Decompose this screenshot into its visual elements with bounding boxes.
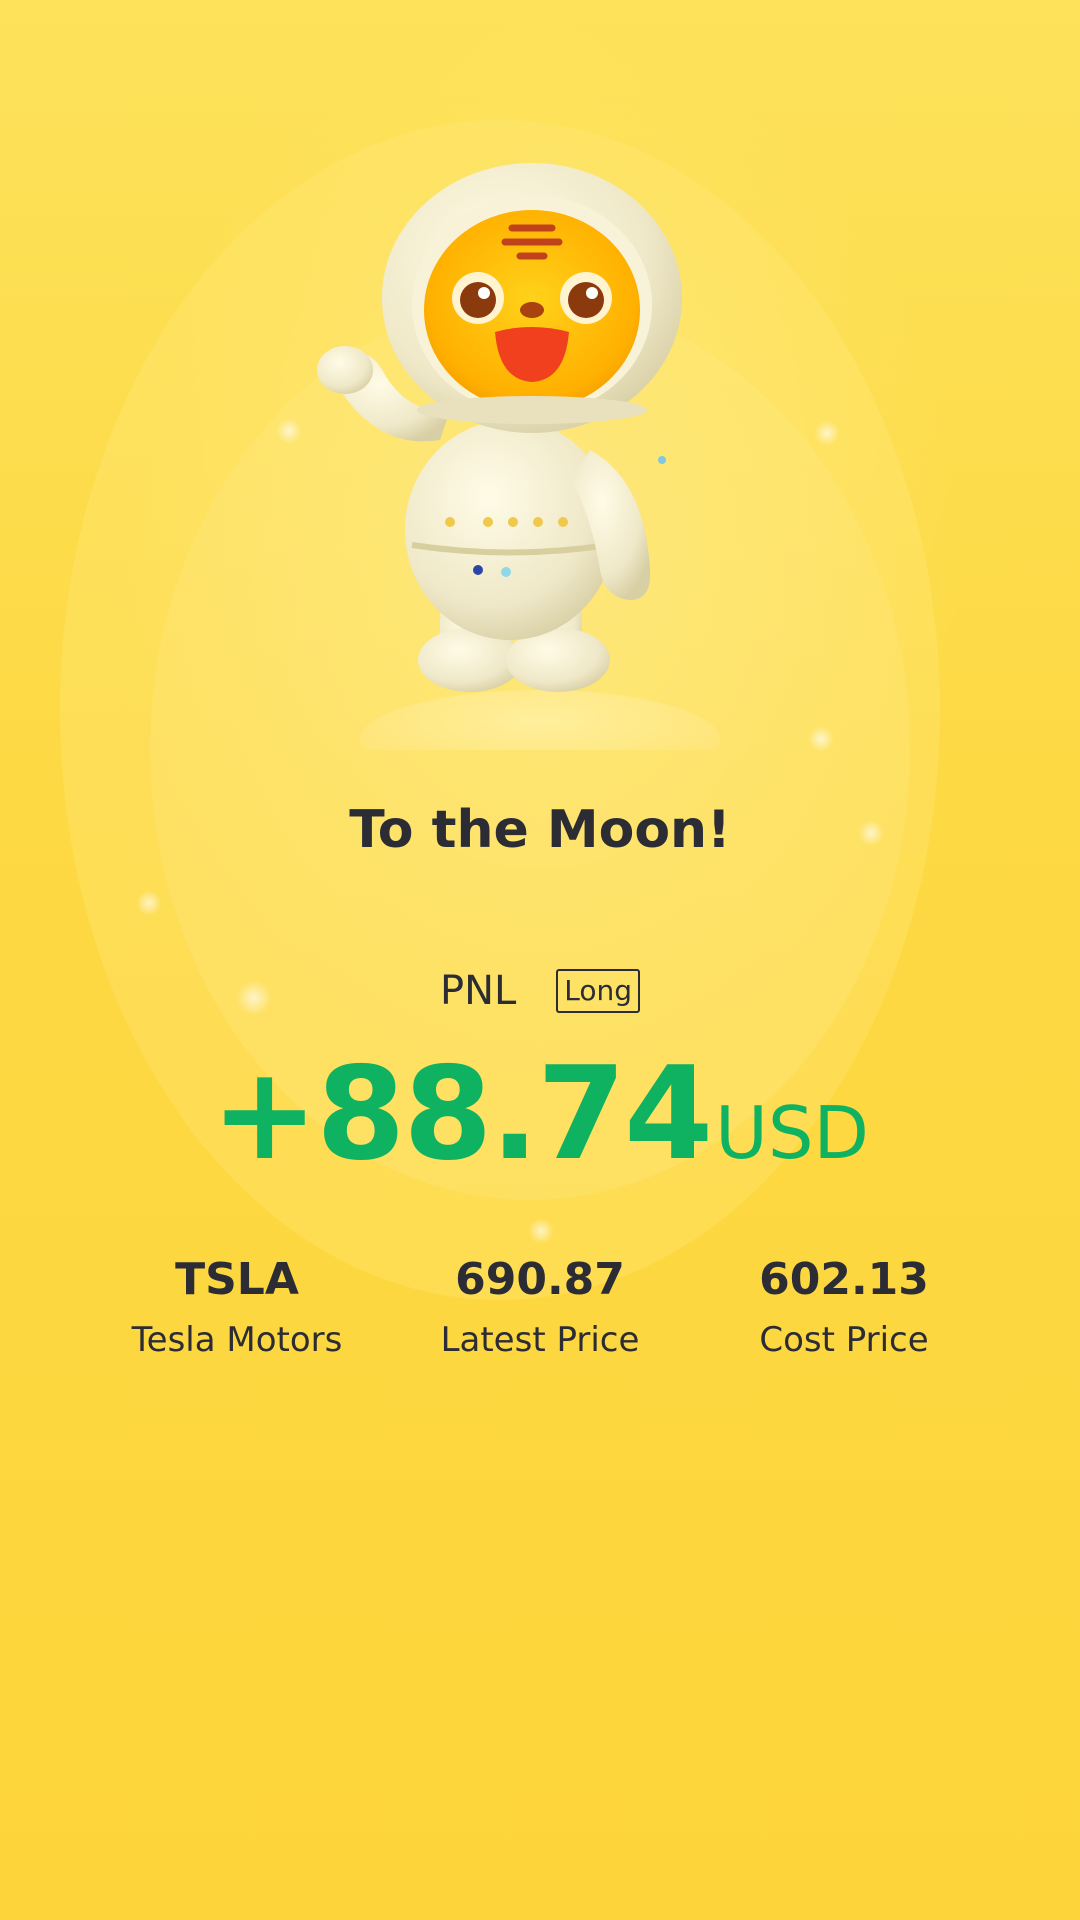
tiger-astronaut-illustration	[317, 163, 720, 750]
pnl-value: +88.74 USD	[0, 1040, 1080, 1189]
pnl-label: PNL	[439, 968, 517, 1014]
stat-value: 690.87	[455, 1254, 625, 1305]
position-direction-badge: Long	[556, 969, 641, 1013]
stat-symbol: TSLA Tesla Motors	[87, 1252, 387, 1362]
pnl-currency: USD	[715, 1091, 869, 1175]
stat-value: TSLA	[175, 1254, 299, 1305]
sparkle	[814, 420, 840, 446]
stat-label: Latest Price	[440, 1320, 640, 1360]
sparkle	[528, 1218, 554, 1244]
sparkle	[276, 418, 302, 444]
stat-label: Cost Price	[759, 1320, 929, 1360]
stat-label: Tesla Motors	[131, 1320, 343, 1360]
stat-value: 602.13	[759, 1254, 929, 1305]
pnl-amount: +88.74	[211, 1040, 713, 1189]
stat-cost-price: 602.13 Cost Price	[694, 1252, 994, 1362]
stat-latest-price: 690.87 Latest Price	[390, 1252, 690, 1362]
headline: To the Moon!	[349, 800, 731, 860]
pnl-header: PNL Long	[0, 968, 1080, 1014]
position-stats: TSLA Tesla Motors 690.87 Latest Price 60…	[0, 1252, 1080, 1372]
sparkle	[808, 726, 834, 752]
sparkle	[136, 890, 162, 916]
